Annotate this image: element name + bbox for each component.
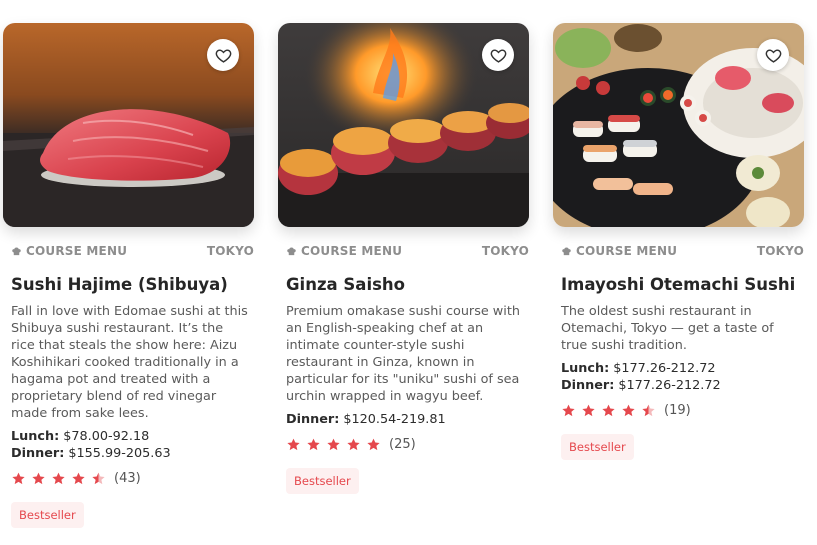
price-list: Lunch: $177.26-212.72 Dinner: $177.26-212.…: [553, 360, 804, 394]
favorite-heart-icon[interactable]: [482, 39, 514, 71]
restaurant-name[interactable]: Imayoshi Otemachi Sushi: [553, 275, 804, 294]
uniku-sushi-photo[interactable]: [278, 23, 529, 227]
favorite-heart-icon[interactable]: [207, 39, 239, 71]
card-meta: COURSE MENU TOKYO: [553, 244, 804, 258]
price-row: Dinner: $177.26-212.72: [561, 377, 804, 394]
star-rating: (19): [553, 403, 804, 418]
bestseller-badge: Bestseller: [561, 434, 634, 460]
star-full-icon: [52, 472, 65, 485]
category-label: COURSE MENU: [561, 244, 677, 258]
favorite-heart-icon[interactable]: [757, 39, 789, 71]
star-full-icon: [347, 438, 360, 451]
card-meta: COURSE MENU TOKYO: [278, 244, 529, 258]
location-label: TOKYO: [206, 244, 254, 258]
star-full-icon: [602, 404, 615, 417]
stars-group: [286, 437, 381, 452]
price-value: $78.00-92.18: [63, 429, 150, 444]
restaurant-name[interactable]: Ginza Saisho: [278, 275, 529, 294]
price-row: Dinner: $120.54-219.81: [286, 411, 529, 428]
star-rating: (43): [3, 471, 254, 486]
restaurant-name[interactable]: Sushi Hajime (Shibuya): [3, 275, 254, 294]
star-rating: (25): [278, 437, 529, 452]
review-count: (43): [114, 471, 141, 486]
star-full-icon: [562, 404, 575, 417]
star-full-icon: [327, 438, 340, 451]
price-row: Dinner: $155.99-205.63: [11, 445, 254, 462]
restaurant-card[interactable]: COURSE MENU TOKYO Ginza Saisho Premium o…: [278, 23, 529, 494]
chef-hat-icon: [12, 246, 21, 255]
star-full-icon: [622, 404, 635, 417]
price-label: Dinner:: [286, 412, 340, 427]
price-label: Dinner:: [561, 378, 615, 393]
star-full-icon: [32, 472, 45, 485]
price-value: $177.26-212.72: [618, 378, 721, 393]
stars-group: [561, 403, 656, 418]
bestseller-badge: Bestseller: [11, 502, 84, 528]
price-row: Lunch: $78.00-92.18: [11, 428, 254, 445]
star-full-icon: [72, 472, 85, 485]
star-half-icon: [642, 404, 655, 417]
category-label: COURSE MENU: [11, 244, 127, 258]
location-label: TOKYO: [481, 244, 529, 258]
sushi-platter-photo[interactable]: [553, 23, 804, 227]
restaurant-card[interactable]: COURSE MENU TOKYO Sushi Hajime (Shibuya)…: [3, 23, 254, 528]
star-full-icon: [582, 404, 595, 417]
restaurant-card[interactable]: COURSE MENU TOKYO Imayoshi Otemachi Sush…: [553, 23, 804, 460]
star-full-icon: [307, 438, 320, 451]
category-text: COURSE MENU: [576, 244, 678, 258]
category-text: COURSE MENU: [301, 244, 403, 258]
restaurant-card-list: COURSE MENU TOKYO Sushi Hajime (Shibuya)…: [3, 23, 817, 545]
price-value: $120.54-219.81: [343, 412, 446, 427]
location-label: TOKYO: [756, 244, 804, 258]
restaurant-description: The oldest sushi restaurant in Otemachi,…: [561, 304, 774, 353]
review-count: (25): [389, 437, 416, 452]
category-text: COURSE MENU: [26, 244, 128, 258]
price-label: Dinner:: [11, 446, 65, 461]
star-full-icon: [287, 438, 300, 451]
price-label: Lunch:: [11, 429, 60, 444]
bestseller-badge: Bestseller: [286, 468, 359, 494]
price-row: Lunch: $177.26-212.72: [561, 360, 804, 377]
star-half-icon: [92, 472, 105, 485]
price-value: $177.26-212.72: [613, 361, 716, 376]
chef-hat-icon: [562, 246, 571, 255]
star-full-icon: [367, 438, 380, 451]
tuna-nigiri-photo[interactable]: [3, 23, 254, 227]
stars-group: [11, 471, 106, 486]
restaurant-description: Premium omakase sushi course with an Eng…: [286, 304, 520, 404]
card-meta: COURSE MENU TOKYO: [3, 244, 254, 258]
price-label: Lunch:: [561, 361, 610, 376]
category-label: COURSE MENU: [286, 244, 402, 258]
restaurant-description: Fall in love with Edomae sushi at this S…: [11, 304, 248, 421]
review-count: (19): [664, 403, 691, 418]
price-list: Lunch: $78.00-92.18 Dinner: $155.99-205.63: [3, 428, 254, 462]
chef-hat-icon: [287, 246, 296, 255]
price-list: Dinner: $120.54-219.81: [278, 411, 529, 428]
star-full-icon: [12, 472, 25, 485]
price-value: $155.99-205.63: [68, 446, 171, 461]
